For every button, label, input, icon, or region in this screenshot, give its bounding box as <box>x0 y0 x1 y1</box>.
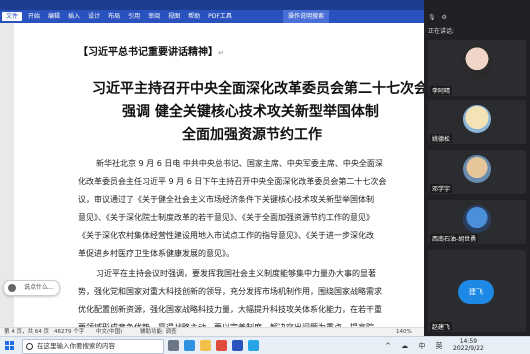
participant-name: 西南石油-胡世勇 <box>430 234 479 243</box>
active-speaker-avatar[interactable]: 建飞 <box>458 280 494 304</box>
meeting-app-icon[interactable] <box>248 340 259 351</box>
word-icon[interactable] <box>232 340 243 351</box>
browser-icon[interactable] <box>184 340 195 351</box>
paragraph-line: 革促进乡村医疗卫生体系健康发展的意见》。 <box>78 249 234 258</box>
paragraph-line: 新华社北京 9 月 6 日电 中共中央总书记、国家主席、中央军委主席、中央全面深 <box>96 159 383 168</box>
participant-name: 邓学宇 <box>430 184 453 193</box>
task-view-icon[interactable] <box>168 340 179 351</box>
avatar <box>463 155 491 183</box>
floating-comment-widget[interactable]: 说点什么... <box>3 280 60 296</box>
tab-pdf-tools[interactable]: PDF工具 <box>204 10 236 23</box>
section-header: 【习近平总书记重要讲话精神】↵ <box>78 47 224 58</box>
participant-tile[interactable]: 西南石油-胡世勇 <box>428 200 526 244</box>
search-placeholder: 在这里输入你要搜索的内容 <box>37 342 115 350</box>
folder-icon[interactable] <box>200 340 211 351</box>
system-tray[interactable]: ^ ☁ 中 英 <box>385 341 447 351</box>
participant-tile[interactable]: 姚德松 <box>428 100 526 144</box>
tell-me-search[interactable]: 操作说明搜索 <box>283 10 330 23</box>
paragraph-line: 优化配置创新资源，强化国家战略科技力量，大幅提升科技攻关体系化能力，在若干重 <box>78 305 382 314</box>
tab-insert[interactable]: 插入 <box>64 10 84 23</box>
participant-tile[interactable]: 李阿晴 <box>428 40 526 96</box>
tab-view[interactable]: 视图 <box>164 10 184 23</box>
avatar <box>463 205 491 233</box>
participant-name: 赵建飞 <box>430 322 453 331</box>
clock[interactable]: 14:59 2022/9/22 <box>453 338 484 352</box>
paragraph-line: 习近平在主持会议时强调，要发挥我国社会主义制度能够集中力量办大事的显著 <box>96 269 376 278</box>
paragraph-line: 势，强化党和国家对重大科技创新的领导，充分发挥市场机制作用，围绕国家战略需求 <box>78 287 382 296</box>
tab-review[interactable]: 审阅 <box>144 10 164 23</box>
tab-help[interactable]: 帮助 <box>184 10 204 23</box>
paragraph-line: 《关于深化农村集体经营性建设用地入市试点工作的指导意见》、《关于进一步深化改 <box>78 231 374 240</box>
paragraph-line: 议，审议通过了《关于健全社会主义市场经济条件下关键核心技术攻关新型举国体制 <box>78 195 374 204</box>
participant-name: 姚德松 <box>430 134 453 143</box>
participant-tile[interactable]: 邓学宇 <box>428 150 526 194</box>
windows-start-icon[interactable] <box>5 341 14 350</box>
meeting-status-icons: 🎙 ⚙ <box>428 14 449 21</box>
search-icon <box>26 343 33 350</box>
tab-references[interactable]: 引用 <box>124 10 144 23</box>
title-line-3: 全面加强资源节约工作 <box>182 127 322 143</box>
speaking-label: 正在讲话: <box>428 28 455 35</box>
document-canvas[interactable]: 【习近平总书记重要讲话精神】↵ 习近平主持召开中央全面深化改革委员会第二十七次会… <box>14 23 424 336</box>
chrome-icon[interactable] <box>216 340 227 351</box>
tab-design[interactable]: 设计 <box>84 10 104 23</box>
tab-file[interactable]: 文件 <box>2 12 23 21</box>
tab-layout[interactable]: 布局 <box>104 10 124 23</box>
taskbar: 在这里输入你要搜索的内容 ^ ☁ 中 英 14:59 2022/9/22 <box>0 336 530 354</box>
taskbar-search-input[interactable]: 在这里输入你要搜索的内容 <box>22 339 164 354</box>
comment-icon <box>8 284 16 292</box>
avatar <box>463 105 491 133</box>
title-line-2: 强调 健全关键核心技术攻关新型举国体制 <box>122 104 379 120</box>
tab-home[interactable]: 开始 <box>24 10 44 23</box>
paragraph-line: 意见》、《关于深化院士制度改革的若干意见》、《关于全面加强资源节约工作的意见》 <box>78 213 374 222</box>
tab-edit[interactable]: 编辑 <box>44 10 64 23</box>
title-line-1: 习近平主持召开中央全面深化改革委员会第二十七次会议 <box>92 81 424 97</box>
pinned-apps <box>168 340 259 351</box>
comment-widget-label: 说点什么... <box>24 284 54 291</box>
participant-name: 李阿晴 <box>430 86 453 95</box>
paragraph-line: 化改革委员会主任习近平 9 月 6 日下午主持召开中央全面深化改革委员会第二十七… <box>78 177 387 186</box>
avatar <box>461 46 493 78</box>
